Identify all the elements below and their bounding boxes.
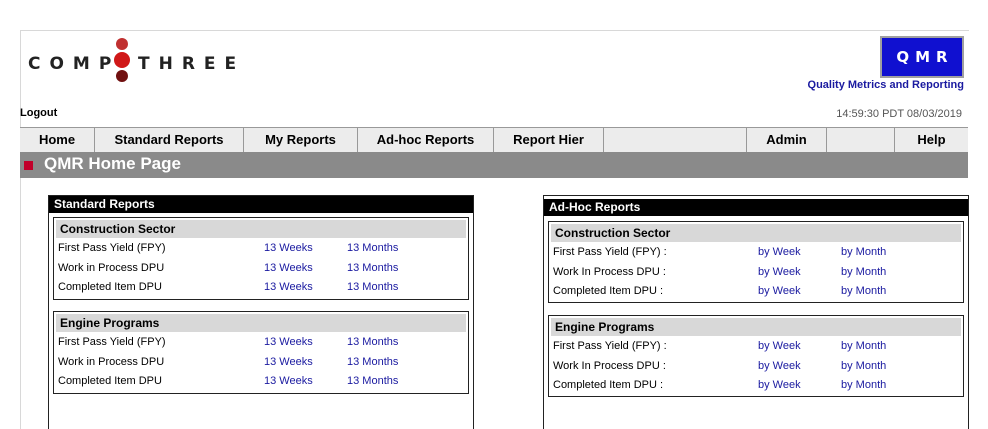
report-label: Completed Item DPU : <box>553 285 664 297</box>
link-by-week[interactable]: by Week <box>758 337 801 356</box>
link-13-weeks[interactable]: 13 Weeks <box>264 278 313 297</box>
report-row: First Pass Yield (FPY) : by Week by Mont… <box>549 243 961 262</box>
report-label: Work In Process DPU : <box>553 360 666 372</box>
report-label: Work In Process DPU : <box>553 266 666 278</box>
link-13-months[interactable]: 13 Months <box>347 278 398 297</box>
logout-link[interactable]: Logout <box>20 107 57 119</box>
group-title: Engine Programs <box>56 314 466 332</box>
group-title: Construction Sector <box>551 224 961 242</box>
nav-empty-1 <box>604 128 747 152</box>
page-title-bar: QMR Home Page <box>20 152 968 178</box>
report-label: Work in Process DPU <box>58 356 165 368</box>
timestamp: 14:59:30 PDT 08/03/2019 <box>836 108 962 120</box>
qmr-subtitle: Quality Metrics and Reporting <box>807 79 964 91</box>
group-title: Construction Sector <box>56 220 466 238</box>
link-13-months[interactable]: 13 Months <box>347 333 398 352</box>
report-label: First Pass Yield (FPY) : <box>553 246 667 258</box>
report-label: Completed Item DPU <box>58 281 162 293</box>
link-13-months[interactable]: 13 Months <box>347 353 398 372</box>
link-13-months[interactable]: 13 Months <box>347 239 398 258</box>
link-by-month[interactable]: by Month <box>841 243 886 262</box>
report-row: Completed Item DPU 13 Weeks 13 Months <box>54 372 466 391</box>
link-by-month[interactable]: by Month <box>841 263 886 282</box>
adhoc-reports-panel: Ad-Hoc Reports Construction Sector First… <box>543 195 969 429</box>
link-13-weeks[interactable]: 13 Weeks <box>264 259 313 278</box>
report-row: Work in Process DPU 13 Weeks 13 Months <box>54 353 466 372</box>
link-by-week[interactable]: by Week <box>758 243 801 262</box>
report-row: First Pass Yield (FPY) 13 Weeks 13 Month… <box>54 239 466 258</box>
link-13-weeks[interactable]: 13 Weeks <box>264 353 313 372</box>
logo-text-right: THREE <box>138 54 246 74</box>
standard-construction-group: Construction Sector First Pass Yield (FP… <box>53 217 469 300</box>
report-label: First Pass Yield (FPY) : <box>553 340 667 352</box>
link-by-week[interactable]: by Week <box>758 376 801 395</box>
report-row: Completed Item DPU : by Week by Month <box>549 282 961 301</box>
link-13-months[interactable]: 13 Months <box>347 259 398 278</box>
link-by-week[interactable]: by Week <box>758 282 801 301</box>
qmr-badge: QMR <box>880 36 964 78</box>
nav-empty-2 <box>827 128 895 152</box>
report-row: Work in Process DPU 13 Weeks 13 Months <box>54 259 466 278</box>
report-row: First Pass Yield (FPY) 13 Weeks 13 Month… <box>54 333 466 352</box>
report-row: Completed Item DPU : by Week by Month <box>549 376 961 395</box>
logo-dot-middle <box>114 52 130 68</box>
report-row: Work In Process DPU : by Week by Month <box>549 263 961 282</box>
nav-home[interactable]: Home <box>20 128 95 152</box>
title-bullet-icon <box>24 161 33 170</box>
standard-reports-panel: Standard Reports Construction Sector Fir… <box>48 195 474 429</box>
main-nav: Home Standard Reports My Reports Ad-hoc … <box>20 127 968 153</box>
group-title: Engine Programs <box>551 318 961 336</box>
nav-my-reports[interactable]: My Reports <box>244 128 358 152</box>
nav-adhoc-reports[interactable]: Ad-hoc Reports <box>358 128 494 152</box>
report-label: Completed Item DPU <box>58 375 162 387</box>
link-by-month[interactable]: by Month <box>841 337 886 356</box>
logo-text-left: COMP <box>28 54 121 74</box>
report-label: First Pass Yield (FPY) <box>58 242 166 254</box>
link-by-month[interactable]: by Month <box>841 357 886 376</box>
link-13-months[interactable]: 13 Months <box>347 372 398 391</box>
report-label: Work in Process DPU <box>58 262 165 274</box>
link-by-week[interactable]: by Week <box>758 357 801 376</box>
adhoc-construction-group: Construction Sector First Pass Yield (FP… <box>548 221 964 303</box>
link-13-weeks[interactable]: 13 Weeks <box>264 372 313 391</box>
link-13-weeks[interactable]: 13 Weeks <box>264 333 313 352</box>
company-logo: COMP THREE <box>28 38 248 86</box>
report-label: First Pass Yield (FPY) <box>58 336 166 348</box>
report-label: Completed Item DPU : <box>553 379 664 391</box>
link-13-weeks[interactable]: 13 Weeks <box>264 239 313 258</box>
report-row: Completed Item DPU 13 Weeks 13 Months <box>54 278 466 297</box>
adhoc-reports-title: Ad-Hoc Reports <box>544 199 968 216</box>
logo-dot-bottom <box>116 70 128 82</box>
nav-standard-reports[interactable]: Standard Reports <box>95 128 244 152</box>
nav-help[interactable]: Help <box>895 128 968 152</box>
standard-engine-group: Engine Programs First Pass Yield (FPY) 1… <box>53 311 469 394</box>
nav-report-hier[interactable]: Report Hier <box>494 128 604 152</box>
adhoc-engine-group: Engine Programs First Pass Yield (FPY) :… <box>548 315 964 397</box>
standard-reports-title: Standard Reports <box>49 196 473 213</box>
link-by-month[interactable]: by Month <box>841 282 886 301</box>
nav-admin[interactable]: Admin <box>747 128 827 152</box>
link-by-month[interactable]: by Month <box>841 376 886 395</box>
report-row: First Pass Yield (FPY) : by Week by Mont… <box>549 337 961 356</box>
link-by-week[interactable]: by Week <box>758 263 801 282</box>
report-row: Work In Process DPU : by Week by Month <box>549 357 961 376</box>
logo-dot-top <box>116 38 128 50</box>
page-title: QMR Home Page <box>44 154 181 173</box>
